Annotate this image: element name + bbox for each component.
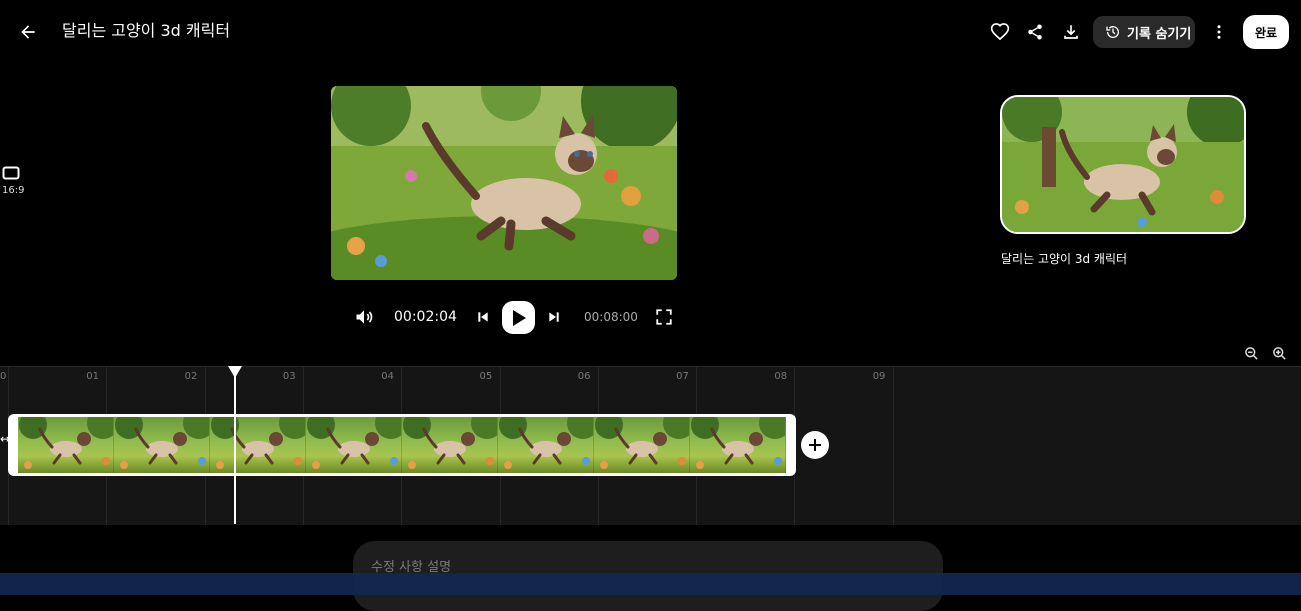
result-thumbnail[interactable] (1000, 95, 1246, 234)
timeline-tick-label: 08 (774, 371, 788, 382)
clip-frame-thumbnail (498, 417, 594, 473)
timeline-tick-label: 04 (381, 371, 394, 382)
share-icon (1028, 24, 1042, 40)
fullscreen-button[interactable] (652, 303, 676, 331)
timeline-tick-label: 05 (479, 371, 493, 382)
hide-history-button[interactable]: 기록 숨기기 (1093, 16, 1195, 48)
clip-trim-handle[interactable]: ↔ (0, 432, 10, 446)
more-vert-icon (1217, 25, 1221, 39)
timeline-tick-label: 07 (676, 371, 689, 382)
clip-frames (18, 417, 786, 473)
playhead[interactable] (234, 366, 237, 524)
back-button[interactable] (14, 18, 42, 46)
skip-previous-button[interactable] (472, 303, 494, 331)
current-time: 00:02:04 (394, 309, 457, 325)
more-options-button[interactable] (1205, 18, 1233, 46)
timeline-tick-label: 02 (184, 371, 198, 382)
caption-overlay (0, 573, 1301, 595)
aspect-ratio-icon (2, 166, 20, 180)
clip-frame-thumbnail (402, 417, 498, 473)
timeline-tick-label: 09 (872, 371, 886, 382)
clip-frame-thumbnail (210, 417, 306, 473)
arrow-left-icon (21, 25, 35, 39)
hide-history-label: 기록 숨기기 (1127, 26, 1192, 42)
clip-frame-thumbnail (594, 417, 690, 473)
cat-scene-image (331, 86, 677, 280)
result-title: 달리는 고양이 3d 캐릭터 (1001, 252, 1128, 266)
zoom-in-icon (1272, 346, 1286, 360)
video-clip[interactable] (8, 414, 796, 476)
skip-next-icon (549, 312, 559, 322)
video-preview[interactable] (331, 86, 677, 280)
share-button[interactable] (1021, 18, 1049, 46)
page-title: 달리는 고양이 3d 캐릭터 (62, 21, 231, 40)
volume-icon (356, 310, 373, 324)
zoom-out-button[interactable] (1242, 344, 1260, 362)
favorite-button[interactable] (986, 18, 1014, 46)
cat-thumbnail-image (1002, 97, 1244, 232)
download-icon (1064, 25, 1078, 39)
play-button[interactable] (502, 301, 535, 334)
skip-previous-icon (478, 312, 488, 322)
zoom-in-button[interactable] (1270, 344, 1288, 362)
download-button[interactable] (1057, 18, 1085, 46)
clip-frame-thumbnail (18, 417, 114, 473)
timeline-tick-label: 06 (577, 371, 591, 382)
add-clip-button[interactable] (801, 431, 829, 459)
timeline-gridline (892, 367, 894, 525)
volume-button[interactable] (352, 303, 376, 331)
timeline-tick-label: 03 (282, 371, 296, 382)
plus-icon (809, 439, 821, 451)
fullscreen-icon (656, 309, 672, 325)
zoom-out-icon (1244, 346, 1258, 360)
history-icon (1106, 26, 1119, 38)
clip-frame-thumbnail (114, 417, 210, 473)
aspect-ratio-label: 16:9 (2, 185, 25, 196)
timeline-tick-label: 0 (0, 371, 7, 382)
total-time: 00:08:00 (584, 310, 638, 324)
aspect-ratio-button[interactable]: 16:9 (2, 166, 24, 196)
clip-frame-thumbnail (690, 417, 786, 473)
play-icon (512, 309, 526, 326)
clip-frame-thumbnail (306, 417, 402, 473)
heart-icon (990, 23, 1010, 41)
done-button[interactable]: 완료 (1243, 15, 1289, 49)
timeline-tick-label: 01 (86, 371, 100, 382)
skip-next-button[interactable] (543, 303, 565, 331)
playhead-handle[interactable] (228, 366, 243, 378)
